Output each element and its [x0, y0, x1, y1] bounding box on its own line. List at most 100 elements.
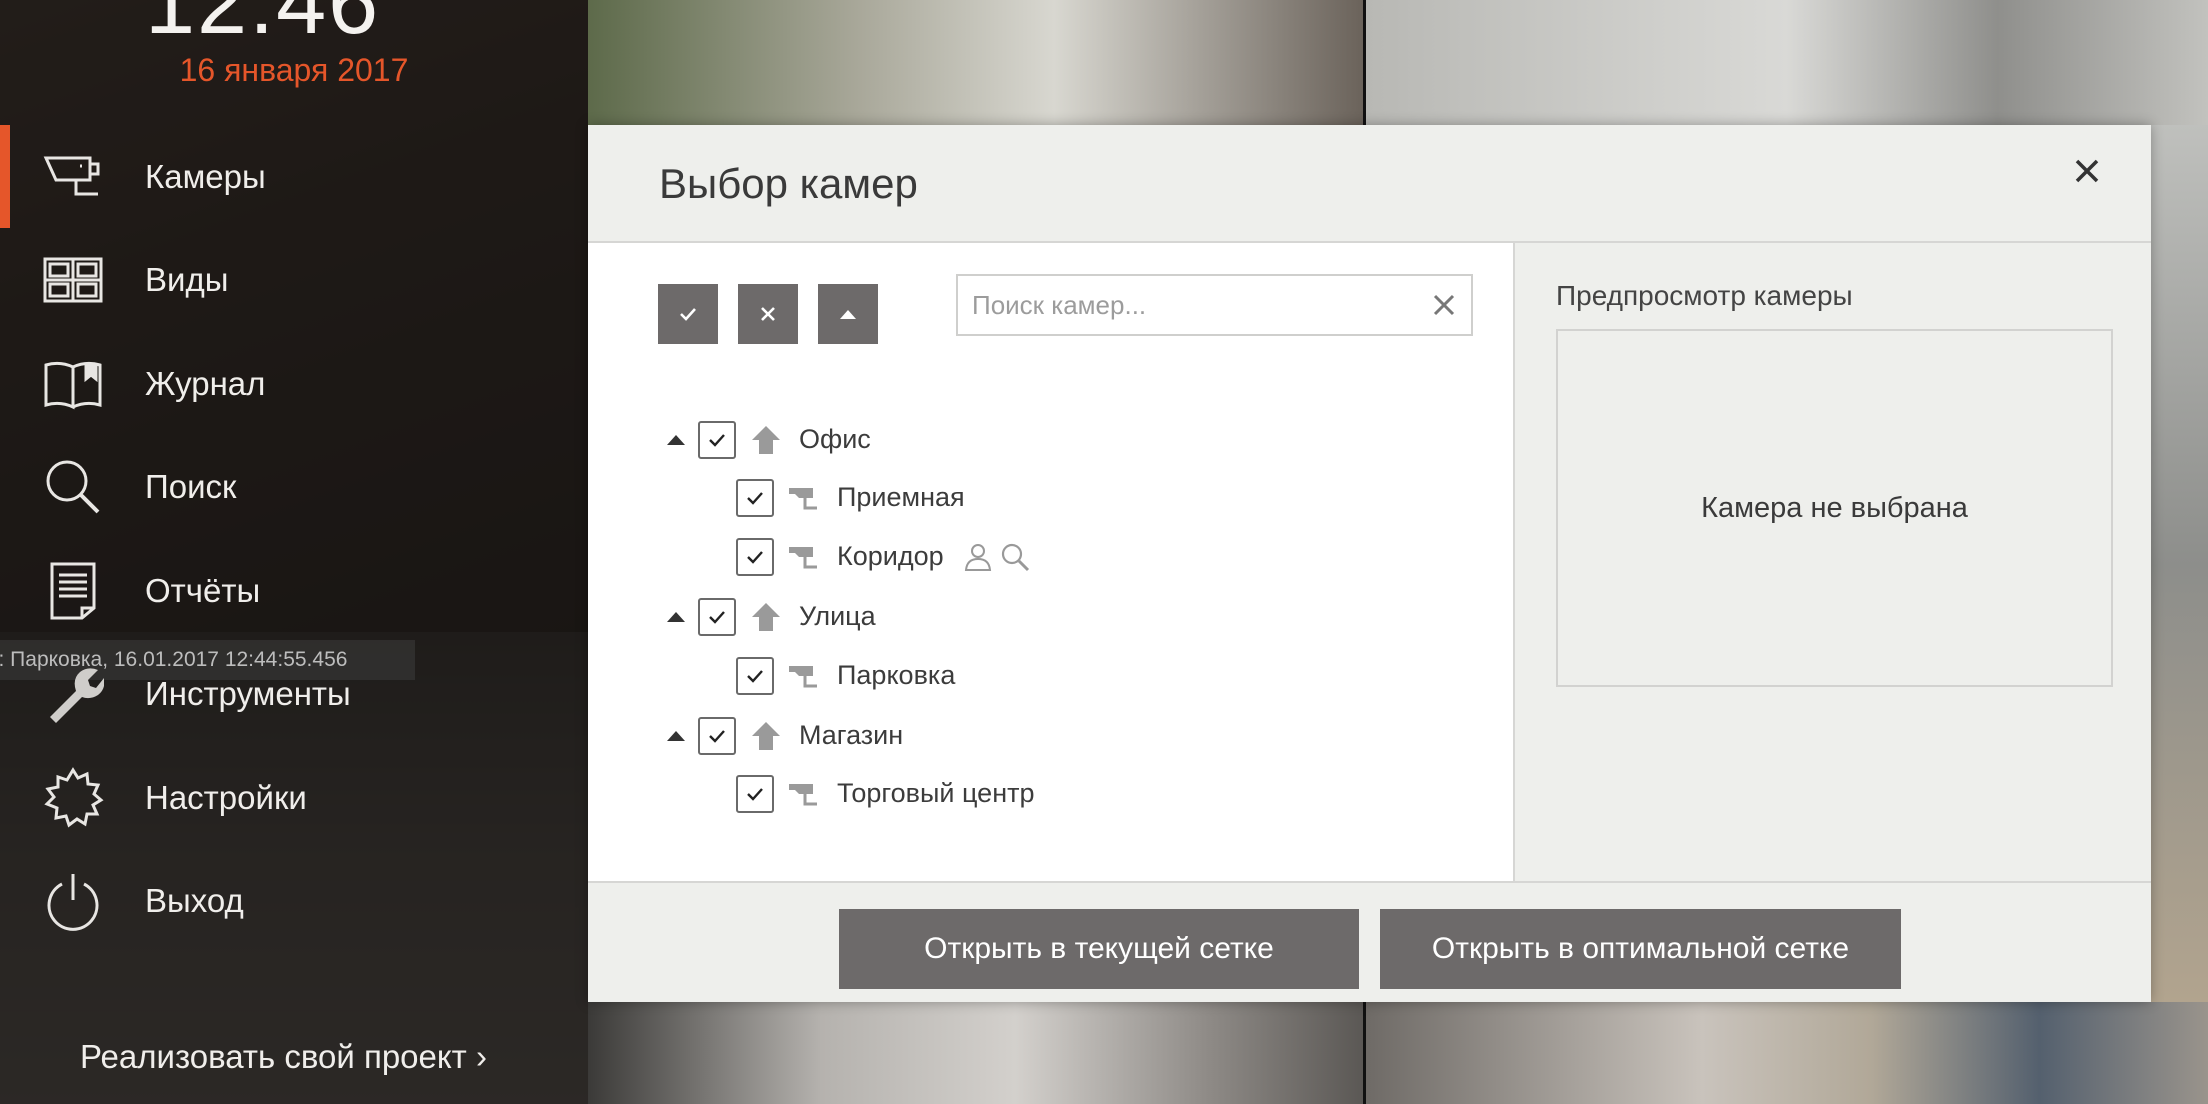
check-icon [747, 551, 763, 564]
tree-group-street: Улица [588, 596, 1515, 638]
group-checkbox[interactable] [698, 717, 736, 755]
tree-label[interactable]: Торговый центр [837, 778, 1035, 809]
group-checkbox[interactable] [698, 598, 736, 636]
camera-icon [786, 540, 820, 574]
preview-empty-text: Камера не выбрана [1701, 491, 1968, 524]
cross-icon [761, 307, 775, 321]
nav-item-cameras[interactable]: Камеры [0, 125, 588, 229]
nav-label: Камеры [145, 157, 266, 195]
camera-icon [786, 659, 820, 693]
tree-camera-corridor: Коридор [588, 536, 1515, 578]
camera-feed-corridor [1365, 0, 2208, 125]
camera-checkbox[interactable] [736, 657, 774, 695]
camera-search-input[interactable] [972, 276, 1412, 334]
nav-item-settings[interactable]: Настройки [0, 746, 588, 850]
nav-label: Инструменты [145, 675, 351, 713]
triangle-up-icon [667, 612, 685, 622]
tree-label[interactable]: Улица [799, 601, 876, 632]
tree-label[interactable]: Магазин [799, 720, 903, 751]
close-button[interactable] [2063, 147, 2111, 195]
collapse-all-button[interactable] [818, 284, 878, 344]
person-icon[interactable] [961, 540, 995, 574]
dialog-header: Выбор камер [588, 125, 2151, 243]
preview-title: Предпросмотр камеры [1556, 280, 1853, 311]
journal-book-icon [42, 353, 104, 415]
power-icon [42, 870, 104, 932]
tree-camera-reception: Приемная [588, 477, 1515, 519]
triangle-up-icon [667, 731, 685, 741]
check-icon [709, 611, 725, 624]
deselect-all-button[interactable] [738, 284, 798, 344]
nav-label: Поиск [145, 468, 237, 506]
nav-label: Журнал [145, 364, 266, 402]
nav-item-views[interactable]: Виды [0, 229, 588, 333]
check-icon [747, 670, 763, 683]
open-optimal-grid-button[interactable]: Открыть в оптимальной сетке [1380, 909, 1901, 989]
project-link[interactable]: Реализовать свой проект › [80, 1038, 487, 1076]
check-icon [709, 434, 725, 447]
grid-layout-icon [42, 249, 104, 311]
grid-divider [1363, 1002, 1366, 1104]
triangle-up-icon [667, 435, 685, 445]
camera-checkbox[interactable] [736, 775, 774, 813]
dialog-footer: Открыть в текущей сетке Открыть в оптима… [588, 881, 2151, 1002]
tree-label[interactable]: Коридор [837, 541, 944, 572]
nav-item-exit[interactable]: Выход [0, 850, 588, 954]
nav-item-journal[interactable]: Журнал [0, 332, 588, 436]
collapse-toggle[interactable] [665, 725, 687, 747]
dialog-title: Выбор камер [659, 160, 918, 207]
clock: 12:46 [145, 0, 381, 53]
grid-divider [1363, 0, 1366, 125]
gear-icon [42, 766, 104, 829]
check-icon [680, 308, 696, 321]
camera-feed-mall [1365, 1002, 2208, 1104]
triangle-up-icon [840, 310, 856, 319]
tree-label[interactable]: Приемная [837, 482, 965, 513]
nav-label: Выход [145, 882, 244, 920]
nav-item-tools[interactable]: Инструменты [0, 643, 588, 747]
camera-feed-right-edge [2150, 125, 2208, 1005]
check-icon [709, 730, 725, 743]
camera-checkbox[interactable] [736, 538, 774, 576]
check-icon [747, 788, 763, 801]
group-home-icon [749, 600, 783, 634]
camera-feed-parking [588, 1002, 1365, 1104]
select-all-button[interactable] [658, 284, 718, 344]
tree-camera-parking: Парковка [588, 655, 1515, 697]
nav-item-search[interactable]: Поиск [0, 436, 588, 540]
main-nav: Камеры Виды Журнал Поиск Отчёты Инструме… [0, 125, 588, 953]
open-current-grid-button[interactable]: Открыть в текущей сетке [839, 909, 1359, 989]
camera-icon [786, 777, 820, 811]
camera-icon [42, 146, 104, 208]
collapse-toggle[interactable] [665, 606, 687, 628]
group-checkbox[interactable] [698, 421, 736, 459]
camera-search-field[interactable] [956, 274, 1473, 336]
close-icon [2075, 159, 2099, 183]
nav-item-reports[interactable]: Отчёты [0, 539, 588, 643]
search-icon [42, 456, 104, 518]
nav-label: Виды [145, 261, 229, 299]
camera-preview-pane: Предпросмотр камеры Камера не выбрана [1515, 243, 2151, 881]
camera-checkbox[interactable] [736, 479, 774, 517]
tree-label[interactable]: Офис [799, 424, 871, 455]
tree-group-shop: Магазин [588, 715, 1515, 757]
camera-selection-dialog: Выбор камер Поиск камер... Офис Приемная… [588, 125, 2151, 1002]
nav-label: Настройки [145, 778, 307, 816]
group-home-icon [749, 719, 783, 753]
camera-tree-pane: Офис Приемная Коридор [588, 243, 1515, 881]
group-home-icon [749, 423, 783, 457]
tree-group-office: Офис [588, 419, 1515, 461]
camera-icon [786, 481, 820, 515]
tree-camera-mall: Торговый центр [588, 773, 1515, 815]
report-document-icon [42, 560, 104, 622]
wrench-icon [42, 663, 104, 725]
tree-label[interactable]: Парковка [837, 660, 955, 691]
collapse-toggle[interactable] [665, 429, 687, 451]
close-icon [1433, 294, 1455, 316]
clear-search-button[interactable] [1429, 290, 1459, 320]
date: 16 января 2017 [179, 52, 409, 88]
search-icon[interactable] [998, 540, 1032, 574]
camera-feed-office [588, 0, 1365, 125]
check-icon [747, 492, 763, 505]
preview-viewport: Камера не выбрана [1556, 329, 2113, 687]
